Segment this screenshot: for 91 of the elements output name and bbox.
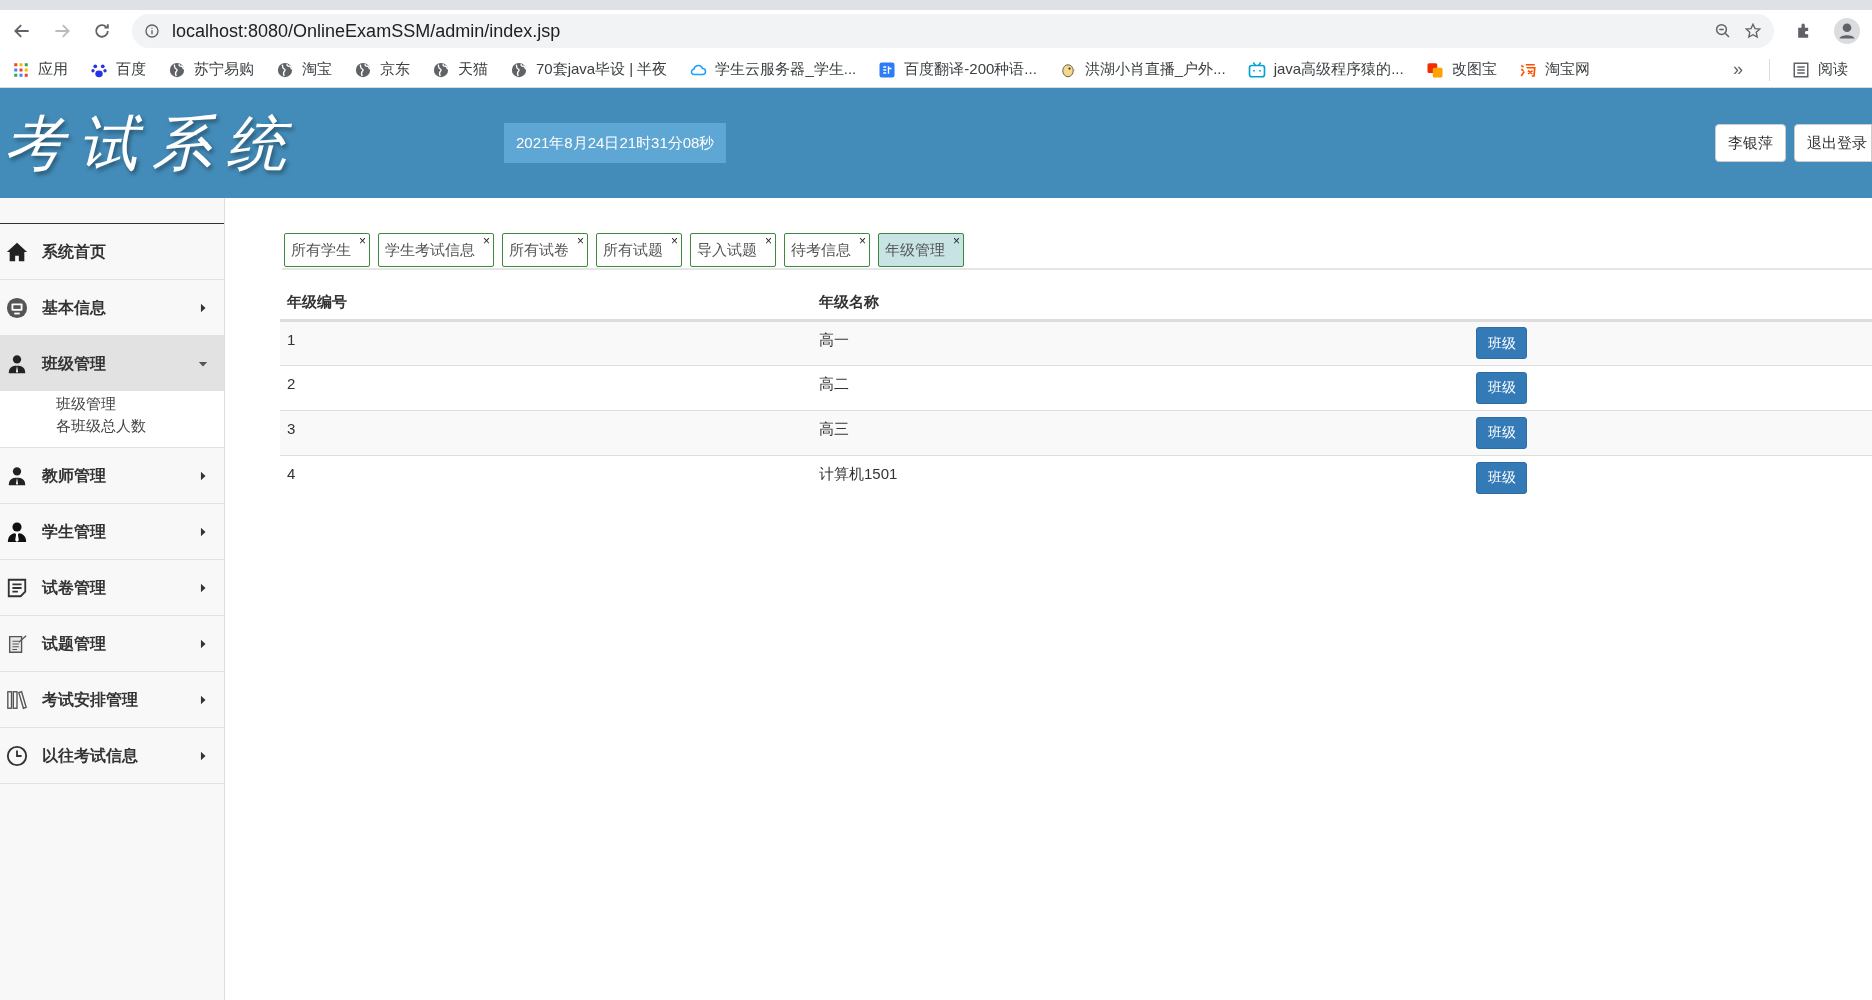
- sidebar-menu-item[interactable]: 班级管理: [0, 336, 224, 391]
- tab-close-button[interactable]: ×: [671, 235, 678, 247]
- sidebar-menu-item[interactable]: 考试安排管理: [0, 672, 224, 727]
- home-icon: [6, 240, 28, 263]
- sidebar-menu-item[interactable]: 教师管理: [0, 448, 224, 503]
- tab-close-button[interactable]: ×: [577, 235, 584, 247]
- globe-icon: [432, 60, 450, 79]
- bookmark-link[interactable]: 百度: [90, 58, 146, 81]
- bookmark-link[interactable]: 百度翻译-200种语...: [878, 58, 1037, 81]
- bookmark-link[interactable]: java高级程序猿的...: [1247, 58, 1404, 81]
- table-cell: 4: [280, 455, 812, 500]
- site-title: 考试系统: [3, 107, 301, 180]
- datetime-badge: 2021年8月24日21时31分08秒: [504, 123, 727, 163]
- globe-icon: [168, 60, 186, 79]
- tab[interactable]: 导入试题 ×: [690, 233, 776, 267]
- tab-close-button[interactable]: ×: [859, 235, 866, 247]
- submenu-link[interactable]: 各班级总人数: [56, 415, 146, 437]
- caret-right-icon: [198, 694, 208, 705]
- bookmark-link[interactable]: 苏宁易购: [168, 58, 254, 81]
- bookmark-link[interactable]: 淘宝: [276, 58, 332, 81]
- table-cell: 3: [280, 410, 812, 455]
- paper-sheet-icon: [6, 632, 28, 655]
- tab-close-button[interactable]: ×: [953, 235, 960, 247]
- table-cell: 计算机1501: [812, 455, 1472, 500]
- more-bookmarks-button[interactable]: »: [1729, 56, 1747, 83]
- tv-icon: [1247, 60, 1266, 79]
- tab[interactable]: 年级管理 ×: [878, 233, 964, 267]
- tab[interactable]: 所有试题 ×: [596, 233, 682, 267]
- reading-list-link[interactable]: 阅读: [1792, 58, 1872, 81]
- tab-close-button[interactable]: ×: [359, 235, 366, 247]
- person-icon: [6, 520, 28, 543]
- caret-right-icon: [198, 302, 208, 313]
- bookmark-link[interactable]: 洪湖小肖直播_户外...: [1058, 58, 1226, 81]
- reload-button[interactable]: [92, 21, 112, 41]
- tab[interactable]: 待考信息 ×: [784, 233, 870, 267]
- info-icon: [144, 23, 160, 39]
- sidebar-menu-item[interactable]: 基本信息: [0, 280, 224, 335]
- table-cell: 高二: [812, 365, 1472, 410]
- sidebar-menu-item[interactable]: 以往考试信息: [0, 728, 224, 783]
- star-icon[interactable]: [1744, 22, 1762, 40]
- zoom-out-icon[interactable]: [1714, 22, 1732, 40]
- bookmark-link[interactable]: 改图宝: [1425, 58, 1497, 81]
- caret-right-icon: [198, 582, 208, 593]
- table-cell: 1: [280, 320, 812, 365]
- clock-icon: [6, 744, 28, 767]
- person-icon: [6, 352, 28, 375]
- caret-right-icon: [198, 638, 208, 649]
- globe-icon: [276, 60, 294, 79]
- globe-icon: [510, 60, 528, 79]
- globe-icon: [354, 60, 372, 79]
- bookmark-link[interactable]: 70套java毕设 | 半夜: [510, 58, 668, 81]
- user-button[interactable]: 李银萍: [1715, 124, 1786, 162]
- monitor-icon: [6, 296, 28, 319]
- column-header: 年级名称: [812, 286, 1472, 320]
- tab[interactable]: 学生考试信息 ×: [378, 233, 494, 267]
- caret-right-icon: [198, 526, 208, 537]
- caret-right-icon: [198, 750, 208, 761]
- submenu-link[interactable]: 班级管理: [56, 393, 116, 415]
- profile-avatar-icon[interactable]: [1834, 18, 1860, 44]
- table-cell: 高三: [812, 410, 1472, 455]
- books-icon: [6, 688, 28, 711]
- table-cell: 高一: [812, 320, 1472, 365]
- sidebar-menu-item[interactable]: 系统首页: [0, 224, 224, 279]
- document-icon: [6, 576, 28, 599]
- apps-grid-icon: [12, 60, 30, 79]
- address-bar[interactable]: localhost:8080/OnlineExamSSM/admin/index.jsp: [132, 14, 1774, 48]
- sidebar-menu-item[interactable]: 学生管理: [0, 504, 224, 559]
- bookmark-link[interactable]: 淘宝网: [1518, 58, 1590, 81]
- class-button[interactable]: 班级: [1476, 371, 1527, 404]
- bookmark-link[interactable]: 京东: [354, 58, 410, 81]
- tab-close-button[interactable]: ×: [483, 235, 490, 247]
- class-button[interactable]: 班级: [1476, 327, 1527, 359]
- logout-button[interactable]: 退出登录: [1794, 124, 1872, 162]
- caret-right-icon: [198, 470, 208, 481]
- column-header: 年级编号: [280, 286, 812, 320]
- url-text: localhost:8080/OnlineExamSSM/admin/index.jsp: [172, 19, 562, 43]
- table-cell: 2: [280, 365, 812, 410]
- translate-icon: [878, 60, 897, 79]
- bookmark-link[interactable]: 学生云服务器_学生...: [689, 58, 857, 81]
- sidebar-menu-item[interactable]: 试题管理: [0, 616, 224, 671]
- list-icon: [1792, 60, 1810, 79]
- class-button[interactable]: 班级: [1476, 416, 1527, 449]
- squares-icon: [1425, 60, 1444, 79]
- tab[interactable]: 所有学生 ×: [284, 233, 370, 267]
- class-button[interactable]: 班级: [1476, 461, 1527, 494]
- tab-close-button[interactable]: ×: [765, 235, 772, 247]
- tab[interactable]: 所有试卷 ×: [502, 233, 588, 267]
- person-icon: [6, 464, 28, 487]
- bookmark-link[interactable]: 天猫: [432, 58, 488, 81]
- sidebar-menu-item[interactable]: 试卷管理: [0, 560, 224, 615]
- bookmark-link[interactable]: 应用: [12, 58, 68, 81]
